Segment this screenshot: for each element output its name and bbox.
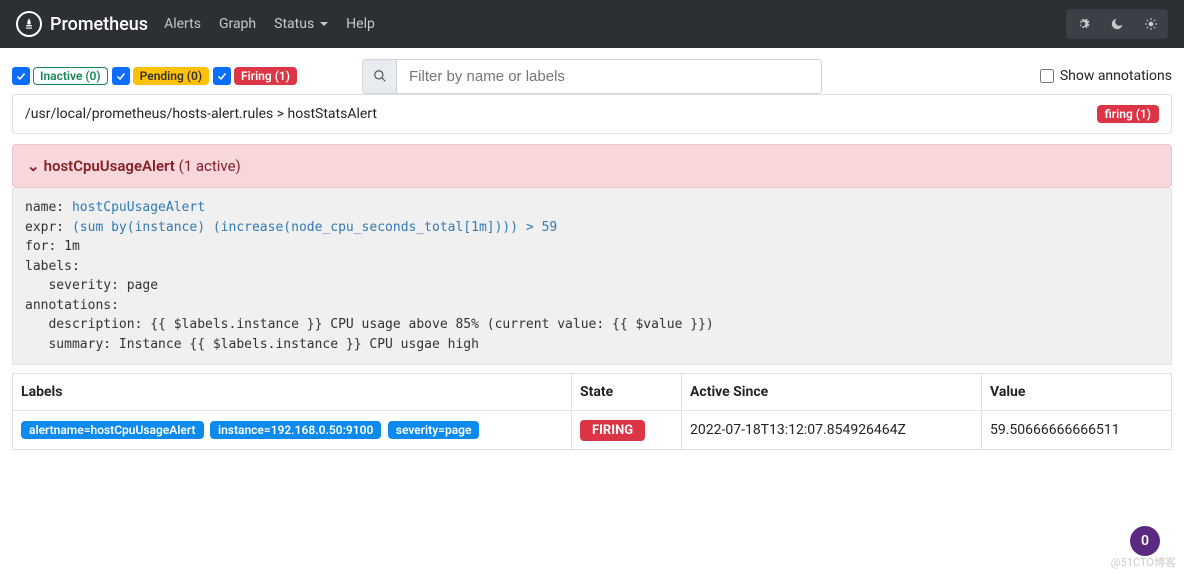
checkbox-checked-icon <box>112 67 130 85</box>
cell-active-since: 2022-07-18T13:12:07.854926464Z <box>682 411 982 450</box>
cell-labels: alertname=hostCpuUsageAlert instance=192… <box>13 411 572 450</box>
floating-badge[interactable]: 0 <box>1130 526 1160 556</box>
search-icon <box>373 69 387 83</box>
sun-icon <box>1144 17 1158 31</box>
gear-icon <box>1076 17 1090 31</box>
filter-inactive[interactable]: Inactive (0) <box>12 67 108 85</box>
def-expr[interactable]: (sum by(instance) (increase(node_cpu_sec… <box>72 220 557 235</box>
navbar: Prometheus Alerts Graph Status Help <box>0 0 1184 48</box>
theme-dark-button[interactable] <box>1102 11 1132 37</box>
state-pill: FIRING <box>580 420 645 441</box>
show-annotations-checkbox[interactable] <box>1040 69 1054 83</box>
alert-definition: name: hostCpuUsageAlert expr: (sum by(in… <box>12 188 1172 365</box>
alert-instances-table: Labels State Active Since Value alertnam… <box>12 373 1172 450</box>
filter-pending[interactable]: Pending (0) <box>112 67 209 85</box>
alert-name: hostCpuUsageAlert <box>44 157 175 175</box>
rule-group-path: /usr/local/prometheus/hosts-alert.rules … <box>25 106 377 122</box>
checkbox-checked-icon <box>12 67 30 85</box>
label-pill-instance[interactable]: instance=192.168.0.50:9100 <box>210 421 381 439</box>
theme-light-button[interactable] <box>1136 11 1166 37</box>
alert-active-count: (1 active) <box>179 157 241 175</box>
moon-icon <box>1110 17 1124 31</box>
col-state: State <box>572 374 682 411</box>
cell-state: FIRING <box>572 411 682 450</box>
content: Inactive (0) Pending (0) Firing (1) Show… <box>0 48 1184 460</box>
firing-badge: Firing (1) <box>234 67 297 85</box>
navbar-left: Prometheus Alerts Graph Status Help <box>16 11 375 37</box>
nav-graph[interactable]: Graph <box>219 16 256 32</box>
state-filters: Inactive (0) Pending (0) Firing (1) <box>12 67 297 85</box>
show-annotations-toggle[interactable]: Show annotations <box>1040 68 1172 84</box>
col-labels: Labels <box>13 374 572 411</box>
chevron-down-icon: ⌄ <box>27 157 40 175</box>
pending-badge: Pending (0) <box>133 67 209 85</box>
label-pill-severity[interactable]: severity=page <box>388 421 480 439</box>
chevron-down-icon <box>320 22 328 26</box>
checkbox-checked-icon <box>213 67 231 85</box>
prometheus-logo-icon <box>16 11 42 37</box>
group-firing-badge: firing (1) <box>1097 105 1159 123</box>
search-button[interactable] <box>362 59 396 94</box>
table-row: alertname=hostCpuUsageAlert instance=192… <box>13 411 1172 450</box>
brand[interactable]: Prometheus <box>16 11 148 37</box>
search-input[interactable] <box>396 59 822 94</box>
nav-links: Alerts Graph Status Help <box>164 16 375 32</box>
table-header-row: Labels State Active Since Value <box>13 374 1172 411</box>
filter-row: Inactive (0) Pending (0) Firing (1) Show… <box>12 58 1172 94</box>
col-active-since: Active Since <box>682 374 982 411</box>
theme-switcher <box>1066 9 1168 39</box>
theme-auto-button[interactable] <box>1068 11 1098 37</box>
rule-group: /usr/local/prometheus/hosts-alert.rules … <box>12 94 1172 134</box>
def-name[interactable]: hostCpuUsageAlert <box>72 200 205 215</box>
nav-status[interactable]: Status <box>274 16 328 32</box>
cell-value: 59.50666666666511 <box>982 411 1172 450</box>
label-pill-alertname[interactable]: alertname=hostCpuUsageAlert <box>21 421 204 439</box>
watermark: @51CTO博客 <box>1111 554 1176 570</box>
filter-firing[interactable]: Firing (1) <box>213 67 297 85</box>
inactive-badge: Inactive (0) <box>33 67 108 85</box>
nav-alerts[interactable]: Alerts <box>164 16 201 32</box>
col-value: Value <box>982 374 1172 411</box>
search-group <box>362 59 822 94</box>
brand-text: Prometheus <box>50 14 148 35</box>
nav-help[interactable]: Help <box>346 16 375 32</box>
show-annotations-label: Show annotations <box>1060 68 1172 84</box>
alert-header[interactable]: ⌄ hostCpuUsageAlert (1 active) <box>12 144 1172 188</box>
